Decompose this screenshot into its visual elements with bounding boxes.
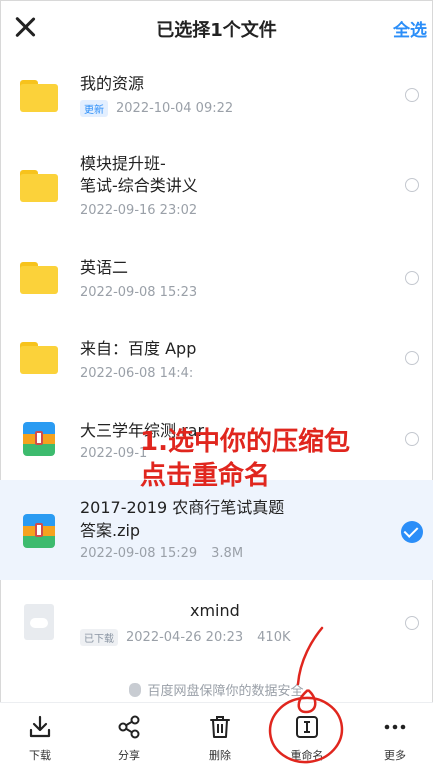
security-note-text: 百度网盘保障你的数据安全	[147, 684, 304, 699]
select-radio[interactable]	[405, 432, 419, 446]
file-name: 英语二	[80, 258, 129, 277]
file-name-line-1: 模块提升班-	[80, 154, 166, 173]
file-name: xmind	[190, 601, 240, 620]
file-date: 2022-06-08 14:4:	[80, 366, 194, 381]
file-row[interactable]: 来自：百度 App 2022-06-08 14:4:	[0, 320, 433, 396]
file-meta: 2022-09-1	[80, 446, 147, 461]
rename-icon	[293, 713, 321, 741]
file-name: 来自：百度 App	[80, 339, 197, 358]
file-name: 我的资源	[80, 74, 145, 93]
file-meta: 已下载 2022-04-26 20:23 410K	[80, 629, 291, 646]
annotation-line-1: 1.选中你的压缩包	[140, 427, 350, 457]
file-date: 2022-09-08 15:29	[80, 546, 198, 561]
select-radio[interactable]	[405, 616, 419, 630]
file-row[interactable]: 我的资源 更新 2022-10-04 09:22	[0, 62, 433, 138]
file-meta: 2022-09-08 15:23	[80, 285, 197, 300]
select-radio[interactable]	[405, 178, 419, 192]
file-meta: 2022-06-08 14:4:	[80, 366, 193, 381]
bottom-toolbar: 下载 分享 删除 重命名 更多	[0, 702, 433, 768]
file-date: 2022-09-16 23:02	[80, 203, 198, 218]
delete-button[interactable]: 删除	[185, 713, 255, 763]
file-name-line-1: 2017-2019 农商行笔试真题	[80, 498, 285, 517]
file-row[interactable]: xmind 已下载 2022-04-26 20:23 410K	[0, 584, 433, 664]
file-meta: 更新 2022-10-04 09:22	[80, 100, 233, 117]
trash-icon	[206, 713, 234, 741]
file-row[interactable]: 模块提升班- 笔试-综合类讲义 2022-09-16 23:02	[0, 140, 433, 228]
share-button[interactable]: 分享	[94, 713, 164, 763]
cloud-doc-icon	[24, 604, 54, 640]
annotation-line-2: 点击重命名	[140, 461, 271, 491]
share-icon	[115, 713, 143, 741]
zip-icon	[23, 514, 55, 548]
file-row[interactable]: 英语二 2022-09-08 15:23	[0, 240, 433, 316]
page-title: 已选择1个文件	[156, 20, 277, 41]
rename-button[interactable]: 重命名	[272, 713, 342, 763]
zip-icon	[23, 422, 55, 456]
file-date: 2022-10-04 09:22	[116, 101, 234, 116]
select-radio[interactable]	[405, 351, 419, 365]
folder-icon	[20, 170, 58, 202]
annotation-text: 1.选中你的压缩包 点击重命名	[140, 425, 350, 493]
share-label: 分享	[118, 749, 140, 762]
rename-label: 重命名	[290, 749, 324, 762]
shield-icon	[129, 683, 142, 697]
more-label: 更多	[384, 749, 406, 762]
folder-icon	[20, 342, 58, 374]
downloaded-badge: 已下载	[80, 629, 118, 646]
security-note: 百度网盘保障你的数据安全	[0, 680, 433, 699]
download-label: 下载	[29, 749, 51, 762]
file-date: 2022-04-26 20:23	[126, 630, 244, 645]
select-all-button[interactable]: 全选	[393, 16, 427, 41]
more-icon	[381, 713, 409, 741]
selection-header: 已选择1个文件 全选	[0, 0, 433, 56]
file-row-selected[interactable]: 2017-2019 农商行笔试真题 答案.zip 2022-09-08 15:2…	[0, 480, 433, 580]
more-button[interactable]: 更多	[360, 713, 430, 763]
download-icon	[26, 713, 54, 741]
file-size: 410K	[257, 630, 291, 645]
folder-icon	[20, 80, 58, 112]
file-name-line-2: 答案.zip	[80, 521, 141, 540]
file-meta: 2022-09-16 23:02	[80, 203, 197, 218]
file-name-line-2: 笔试-综合类讲义	[80, 176, 198, 195]
select-radio[interactable]	[405, 271, 419, 285]
checked-icon[interactable]	[401, 521, 423, 543]
select-radio[interactable]	[405, 88, 419, 102]
folder-icon	[20, 262, 58, 294]
download-button[interactable]: 下载	[5, 713, 75, 763]
delete-label: 删除	[209, 749, 231, 762]
file-size: 3.8M	[211, 546, 244, 561]
file-meta: 2022-09-08 15:29 3.8M	[80, 546, 243, 561]
file-date: 2022-09-08 15:23	[80, 285, 198, 300]
update-badge: 更新	[80, 100, 108, 117]
file-date: 2022-09-1	[80, 446, 148, 461]
